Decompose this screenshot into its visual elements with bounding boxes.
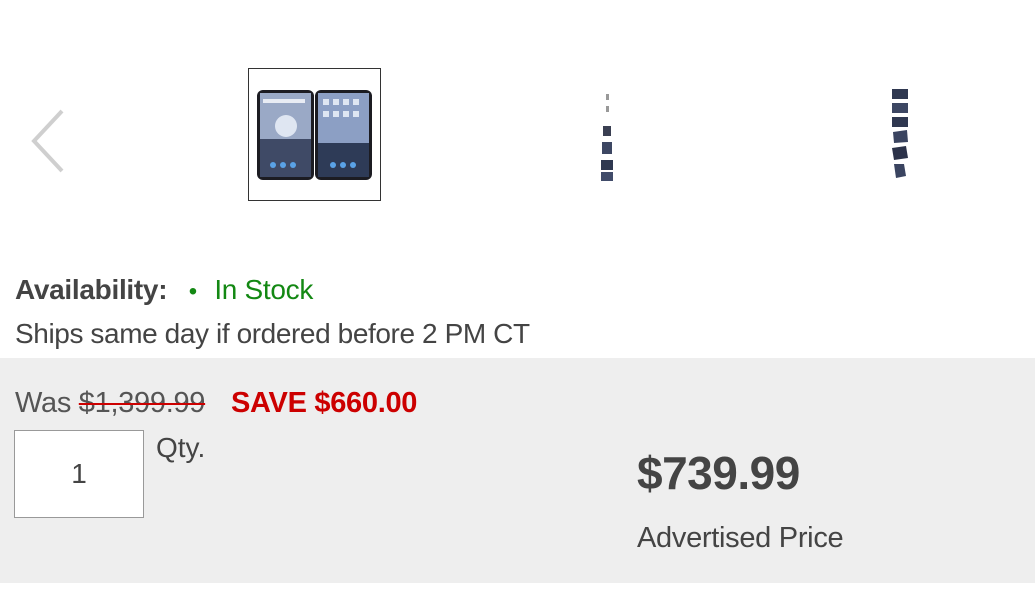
savings-badge: SAVE $660.00 [231, 387, 418, 419]
in-stock-dot-icon: • [188, 278, 197, 305]
device-side-image [601, 94, 613, 181]
availability-line: Availability: • In Stock [15, 274, 313, 306]
was-label: Was [15, 387, 72, 419]
current-price: $739.99 [637, 447, 800, 499]
chevron-left-icon[interactable] [28, 108, 70, 174]
thumbnail-3[interactable] [884, 86, 916, 182]
product-image-gallery [0, 0, 1035, 240]
device-angles-image [892, 89, 908, 178]
quantity-input[interactable] [14, 430, 144, 518]
original-price: $1,399.99 [78, 387, 206, 419]
price-note: Advertised Price [637, 522, 844, 554]
price-panel: Was $1,399.99 SAVE $660.00 Qty. $739.99 … [0, 358, 1035, 583]
thumbnail-2[interactable] [594, 88, 622, 184]
thumbnail-1[interactable] [248, 68, 381, 201]
was-price: Was $1,399.99 [15, 387, 205, 420]
quantity-label: Qty. [156, 432, 206, 463]
shipping-note: Ships same day if ordered before 2 PM CT [15, 318, 530, 349]
availability-label: Availability: [15, 274, 168, 305]
device-image [257, 90, 372, 180]
stock-status: In Stock [214, 274, 314, 305]
